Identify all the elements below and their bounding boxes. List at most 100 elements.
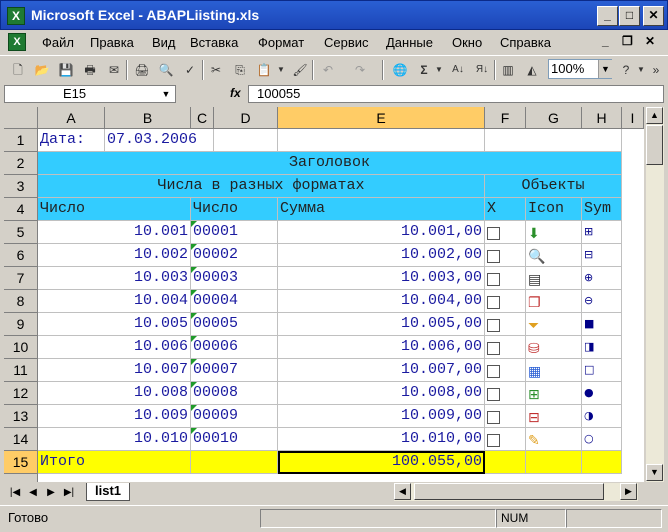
- cell-e15-total-sum[interactable]: 100.055,00: [278, 451, 485, 474]
- doc-minimize-button[interactable]: _: [602, 34, 609, 48]
- cell-symbol[interactable]: ◑: [582, 405, 622, 428]
- name-box-dropdown-icon[interactable]: ▼: [158, 86, 174, 102]
- cell-code[interactable]: 00010: [191, 428, 278, 451]
- row-checkbox[interactable]: [487, 318, 500, 332]
- cell-number[interactable]: 10.004: [38, 290, 191, 313]
- cell-number[interactable]: 10.002: [38, 244, 191, 267]
- open-icon[interactable]: 📂: [32, 60, 52, 80]
- cell-sum[interactable]: 10.010,00: [278, 428, 485, 451]
- cell-sum[interactable]: 10.009,00: [278, 405, 485, 428]
- cell-sum[interactable]: 10.008,00: [278, 382, 485, 405]
- column-header-d[interactable]: D: [214, 107, 278, 129]
- row-header-5[interactable]: 5: [4, 221, 38, 244]
- cell-sum[interactable]: 10.006,00: [278, 336, 485, 359]
- save-icon[interactable]: 💾: [56, 60, 76, 80]
- cell-g15[interactable]: [526, 451, 582, 474]
- row-header-6[interactable]: 6: [4, 244, 38, 267]
- row-checkbox[interactable]: [487, 387, 500, 401]
- menu-edit[interactable]: Правка: [90, 35, 134, 50]
- next-sheet-icon[interactable]: ▶: [44, 485, 58, 501]
- undo-icon[interactable]: ↶: [318, 60, 338, 80]
- cell-number[interactable]: 10.005: [38, 313, 191, 336]
- hyperlink-icon[interactable]: 🌐: [390, 60, 410, 80]
- cell-symbol[interactable]: ○: [582, 428, 622, 451]
- cell-row3-numbers-header[interactable]: Числа в разных форматах: [38, 175, 485, 198]
- cell-checkbox[interactable]: [485, 405, 526, 428]
- cell-sum[interactable]: 10.002,00: [278, 244, 485, 267]
- cell-sum[interactable]: 10.004,00: [278, 290, 485, 313]
- email-icon[interactable]: ✉: [104, 60, 124, 80]
- cell-number[interactable]: 10.003: [38, 267, 191, 290]
- cell-sum[interactable]: 10.005,00: [278, 313, 485, 336]
- cell-g4-icon-caption[interactable]: Icon: [526, 198, 582, 221]
- cell-f1[interactable]: [485, 129, 622, 152]
- row-checkbox[interactable]: [487, 364, 500, 378]
- paste-dropdown-icon[interactable]: ▼: [276, 60, 286, 80]
- menu-file[interactable]: Файл: [42, 35, 74, 50]
- row-header-9[interactable]: 9: [4, 313, 38, 336]
- cell-symbol[interactable]: ◨: [582, 336, 622, 359]
- doc-restore-button[interactable]: ❐: [622, 34, 633, 48]
- permission-icon[interactable]: 🖶: [80, 60, 100, 80]
- cell-row3-objects-header[interactable]: Объекты: [485, 175, 622, 198]
- cell-a15-total-label[interactable]: Итого: [38, 451, 191, 474]
- menu-view[interactable]: Вид: [152, 35, 176, 50]
- name-box[interactable]: E15: [4, 85, 176, 103]
- menu-format[interactable]: Формат: [258, 35, 304, 50]
- cell-checkbox[interactable]: [485, 244, 526, 267]
- sort-descending-icon[interactable]: Я↓: [472, 60, 492, 80]
- cell-checkbox[interactable]: [485, 267, 526, 290]
- cell-code[interactable]: 00009: [191, 405, 278, 428]
- cell-a4-number-caption[interactable]: Число: [38, 198, 191, 221]
- prev-sheet-icon[interactable]: ◀: [26, 485, 40, 501]
- cell-icon[interactable]: ⊞: [526, 382, 582, 405]
- print-icon[interactable]: 🖨: [132, 60, 152, 80]
- menu-help[interactable]: Справка: [500, 35, 551, 50]
- spelling-icon[interactable]: ✓: [180, 60, 200, 80]
- cell-number[interactable]: 10.010: [38, 428, 191, 451]
- horizontal-scrollbar[interactable]: ◀ ▶: [394, 483, 638, 501]
- cell-d1[interactable]: [214, 129, 278, 152]
- cell-c4-number-caption[interactable]: Число: [191, 198, 278, 221]
- cell-icon[interactable]: ⏷: [526, 313, 582, 336]
- chart-wizard-icon[interactable]: ▥: [498, 60, 518, 80]
- cell-icon[interactable]: ▤: [526, 267, 582, 290]
- row-header-14[interactable]: 14: [4, 428, 38, 451]
- scroll-up-icon[interactable]: ▲: [646, 107, 663, 124]
- vertical-scrollbar[interactable]: ▲ ▼: [646, 107, 664, 482]
- cell-checkbox[interactable]: [485, 221, 526, 244]
- cell-symbol[interactable]: ⊖: [582, 290, 622, 313]
- zoom-dropdown-icon[interactable]: ▼: [598, 60, 612, 78]
- menu-insert[interactable]: Вставка: [190, 35, 238, 50]
- cell-row2-title[interactable]: Заголовок: [38, 152, 622, 175]
- close-button[interactable]: ✕: [643, 6, 664, 26]
- cell-h15[interactable]: [582, 451, 622, 474]
- sort-ascending-icon[interactable]: A↓: [448, 60, 468, 80]
- row-header-4[interactable]: 4: [4, 198, 38, 221]
- cell-checkbox[interactable]: [485, 313, 526, 336]
- cell-icon[interactable]: ⊟: [526, 405, 582, 428]
- redo-icon[interactable]: ↷: [350, 60, 370, 80]
- last-sheet-icon[interactable]: ▶|: [62, 485, 76, 501]
- row-header-3[interactable]: 3: [4, 175, 38, 198]
- row-checkbox[interactable]: [487, 433, 500, 447]
- scroll-right-icon[interactable]: ▶: [620, 483, 637, 500]
- menu-tools[interactable]: Сервис: [324, 35, 369, 50]
- row-header-2[interactable]: 2: [4, 152, 38, 175]
- vertical-scroll-thumb[interactable]: [646, 125, 663, 165]
- menu-data[interactable]: Данные: [386, 35, 433, 50]
- column-header-h[interactable]: H: [582, 107, 622, 129]
- cell-sum[interactable]: 10.003,00: [278, 267, 485, 290]
- cell-symbol[interactable]: □: [582, 359, 622, 382]
- column-header-e[interactable]: E: [278, 107, 485, 129]
- cell-code[interactable]: 00001: [191, 221, 278, 244]
- row-header-7[interactable]: 7: [4, 267, 38, 290]
- cell-c15[interactable]: [191, 451, 278, 474]
- copy-icon[interactable]: ⎘: [230, 60, 250, 80]
- autosum-dropdown-icon[interactable]: ▼: [434, 60, 444, 80]
- column-header-f[interactable]: F: [485, 107, 526, 129]
- cell-icon[interactable]: ✎: [526, 428, 582, 451]
- column-header-c[interactable]: C: [191, 107, 214, 129]
- formula-input[interactable]: 100055: [248, 85, 664, 103]
- cell-code[interactable]: 00002: [191, 244, 278, 267]
